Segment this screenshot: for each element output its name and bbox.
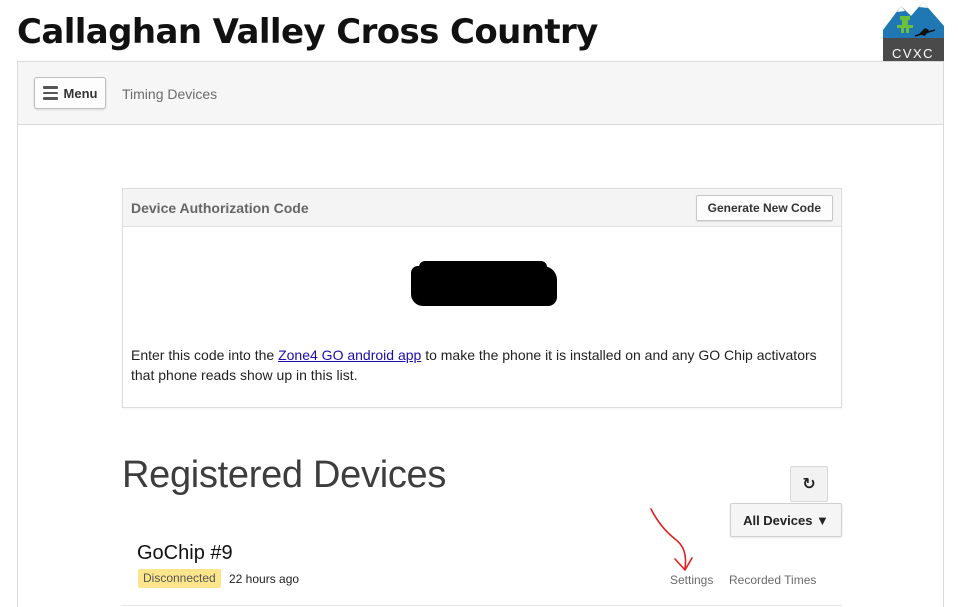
auth-instructions: Enter this code into the Zone4 GO androi… [131,345,831,385]
device-name: GoChip #9 [137,542,233,564]
menu-button-label: Menu [63,85,98,101]
status-badge: Disconnected [138,569,221,588]
registered-devices-title: Registered Devices [122,454,447,496]
device-row: GoChip #9 Disconnected 22 hours ago Sett… [122,538,842,606]
device-authorization-panel: Device Authorization Code Generate New C… [122,188,842,408]
refresh-button[interactable]: ↻ [790,466,828,502]
refresh-icon: ↻ [802,476,816,493]
recorded-times-link[interactable]: Recorded Times [729,573,816,587]
logo-graphic: CVXC [883,0,944,62]
cvxc-logo[interactable]: CVXC [883,0,944,62]
site-title: Callaghan Valley Cross Country [17,12,598,52]
red-arrow-annotation [650,508,693,571]
generate-new-code-button[interactable]: Generate New Code [695,195,833,221]
zone4-go-app-link[interactable]: Zone4 GO android app [278,347,421,363]
auth-text-before: Enter this code into the [131,347,279,363]
redacted-authorization-code [411,266,557,306]
device-filter-dropdown[interactable]: All Devices ▼ [730,503,842,537]
auth-panel-title: Device Authorization Code [131,200,309,216]
main-frame: Menu Timing Devices Device Authorization… [17,61,944,607]
menu-button[interactable]: Menu [34,77,106,109]
top-bar: Menu Timing Devices [18,62,943,125]
hamburger-icon [42,86,58,100]
logo-text: CVXC [892,46,934,61]
last-seen-time: 22 hours ago [229,572,300,586]
breadcrumb: Timing Devices [122,86,218,102]
auth-panel-header: Device Authorization Code Generate New C… [123,189,841,227]
